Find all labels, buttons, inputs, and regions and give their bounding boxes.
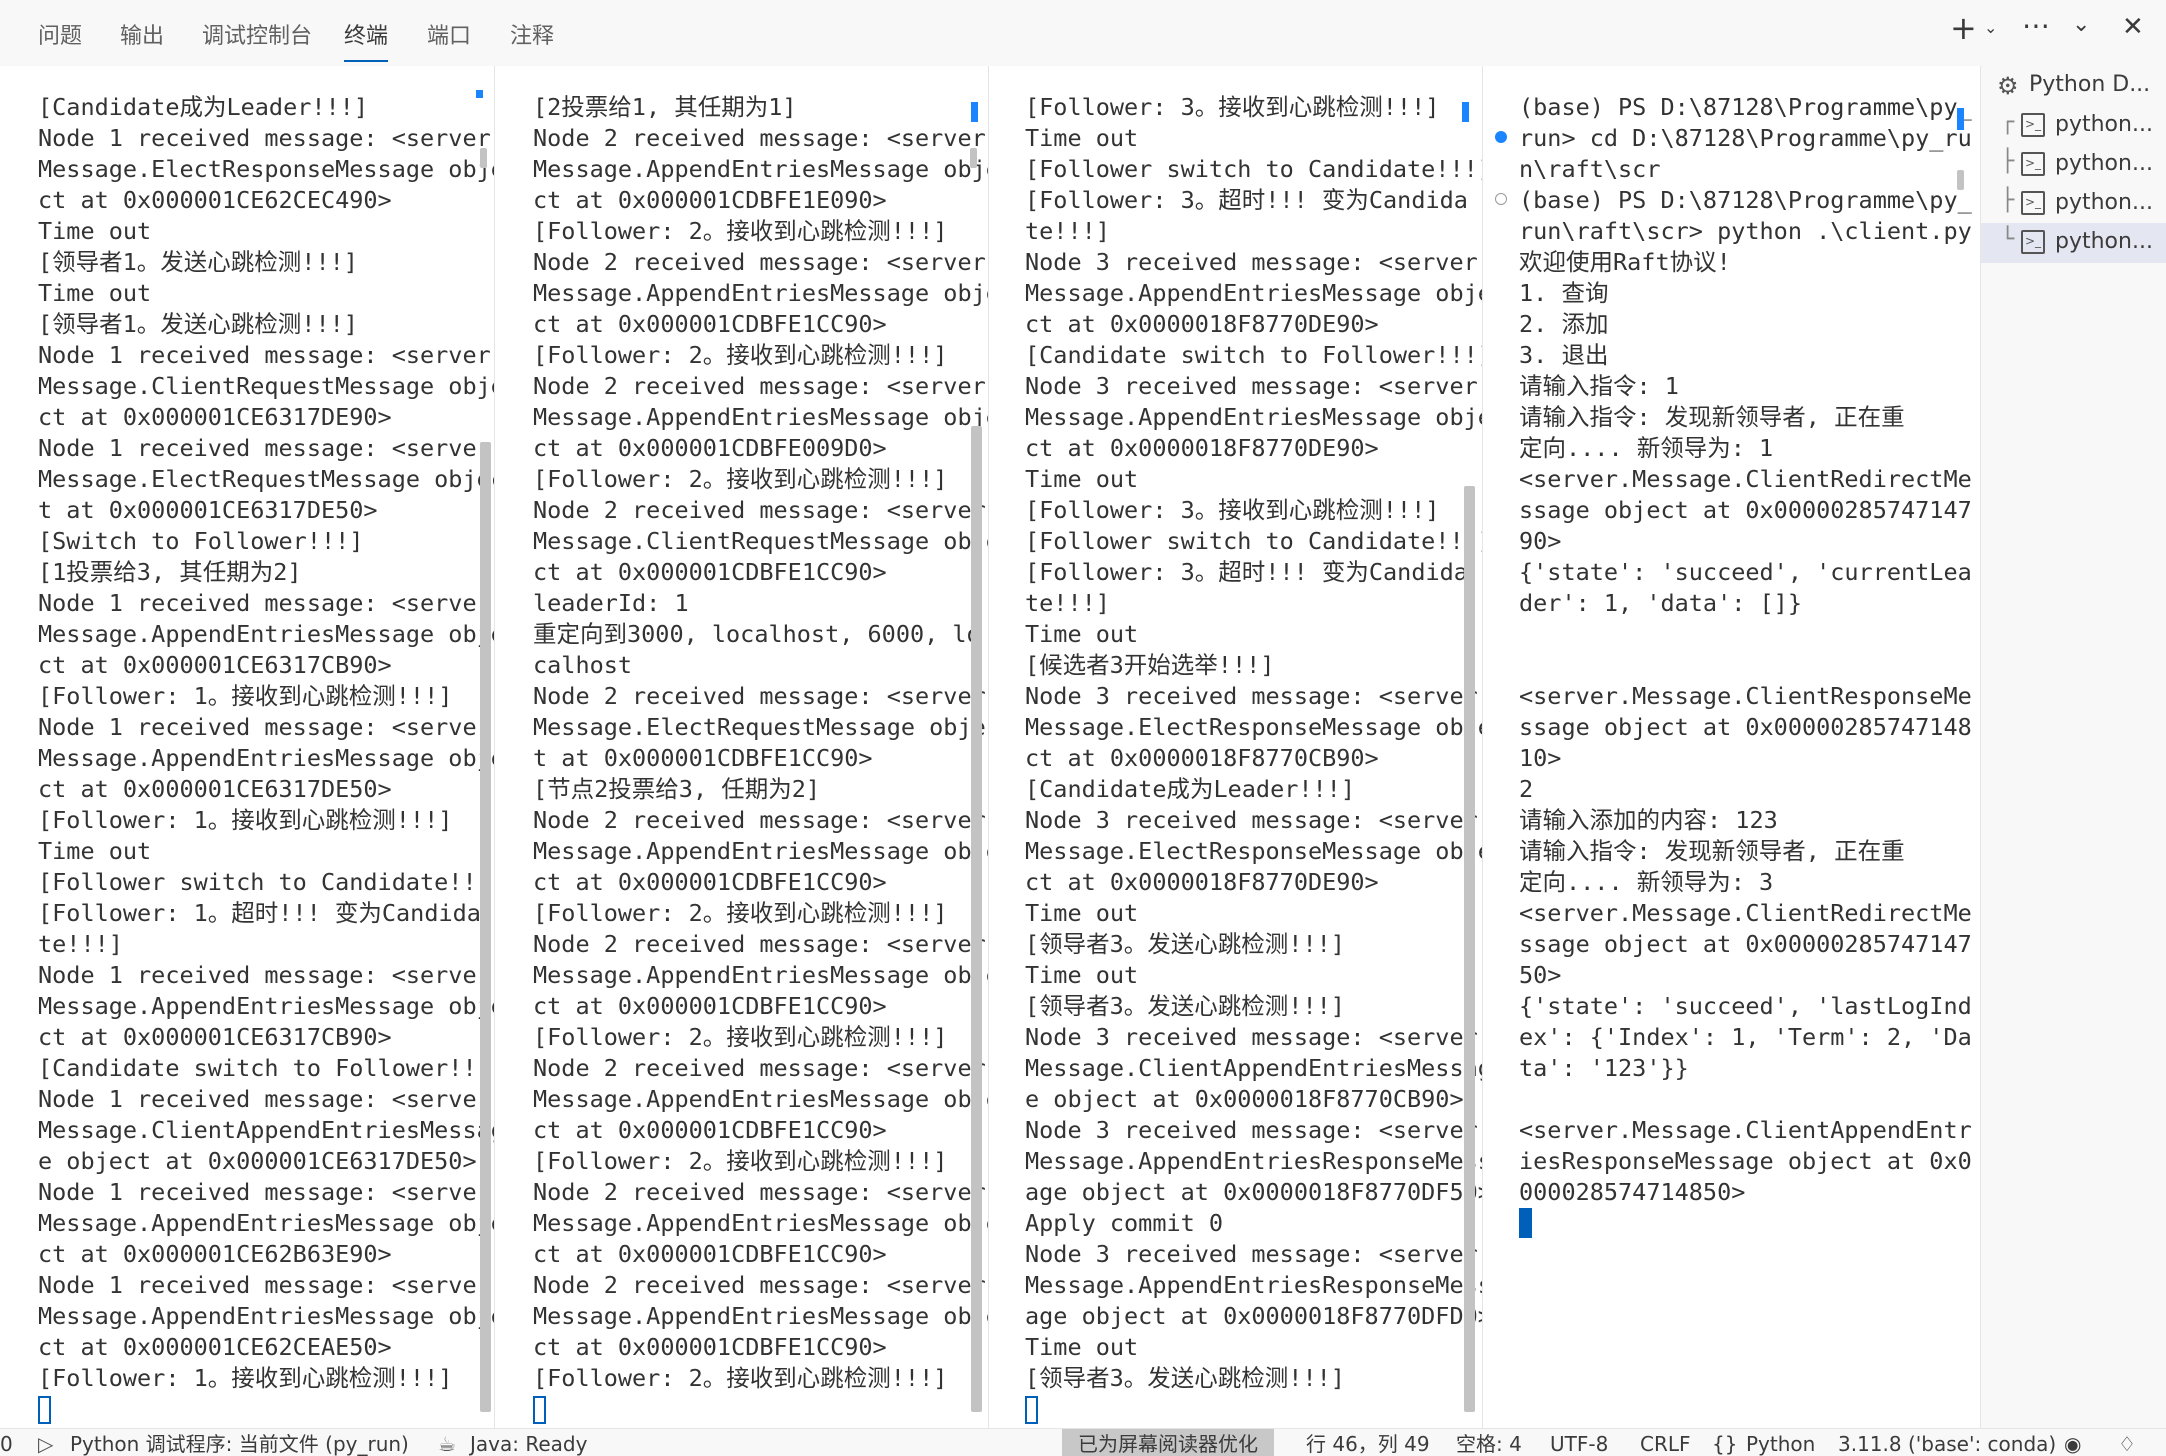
command-success-icon[interactable] [1495,131,1507,143]
terminal-item-label: python... [2055,112,2153,137]
terminal-pane-node3[interactable]: [Follower: 3。接收到心跳检测!!!] Time out [Follo… [989,66,1482,1428]
terminal-output: [Follower: 3。接收到心跳检测!!!] Time out [Follo… [1025,93,1482,1392]
terminal-output: [2投票给1, 其任期为1] Node 2 received message: … [533,93,988,1392]
overview-mark [1957,170,1964,190]
terminal-item-python-4[interactable]: └ >_ python... [1981,223,2166,263]
terminal-output: [Candidate成为Leader!!!] Node 1 received m… [38,93,494,1392]
overview-mark [970,148,977,168]
tab-debug-console[interactable]: 调试控制台 [202,18,312,50]
status-screen-reader[interactable]: 已为屏幕阅读器优化 [1062,1429,1274,1456]
terminal-item-label: python... [2055,229,2153,254]
braces-icon: {} [1712,1432,1738,1456]
chevron-down-icon[interactable]: ⌄ [1984,20,1997,36]
command-decoration-icon[interactable] [1495,193,1507,205]
panel-tab-bar: 问题 输出 调试控制台 终端 端口 注释 + ⌄ ⋯ ⌄ ✕ [0,0,2166,66]
status-problems-count[interactable]: 0 [0,1433,13,1455]
status-language[interactable]: Python [1746,1433,1815,1455]
coffee-icon: ☕ [438,1432,456,1456]
tab-ports[interactable]: 端口 [427,18,471,50]
status-eol[interactable]: CRLF [1640,1433,1691,1455]
scrollbar-thumb[interactable] [971,426,982,1412]
status-java[interactable]: Java: Ready [470,1433,587,1455]
terminal-item-python-3[interactable]: ├ >_ python... [1981,184,2166,224]
plus-icon[interactable]: + [1950,12,1977,44]
overview-mark [480,148,487,168]
overview-ruler-mark [971,102,978,122]
terminal-icon: >_ [2021,191,2045,215]
overview-ruler-mark [1462,102,1469,122]
tree-connector: ├ [2001,188,2015,213]
tab-output[interactable]: 输出 [120,18,164,50]
tab-comments[interactable]: 注释 [510,18,554,50]
terminal-cursor [533,1396,546,1424]
status-indentation[interactable]: 空格: 4 [1456,1433,1522,1455]
debug-run-icon: ▷ [38,1432,54,1456]
tree-connector: ├ [2001,149,2015,174]
tab-problems[interactable]: 问题 [38,18,82,50]
bell-icon[interactable]: ♢ [2118,1433,2136,1455]
scrollbar-thumb[interactable] [1464,486,1475,1412]
terminal-tabs-list: ⚙ Python D... ┌ >_ python... ├ >_ python… [1980,66,2166,1428]
status-cursor-position[interactable]: 行 46，列 49 [1306,1433,1430,1455]
terminal-item-python-debug[interactable]: ⚙ Python D... [1981,66,2166,106]
chevron-down-icon[interactable]: ⌄ [2072,14,2090,36]
tree-connector: ┌ [2001,110,2015,135]
terminal-item-label: Python D... [2029,72,2151,97]
terminal-item-python-1[interactable]: ┌ >_ python... [1981,106,2166,146]
terminal-pane-node2[interactable]: [2投票给1, 其任期为1] Node 2 received message: … [495,66,988,1428]
copilot-icon[interactable]: ◉ [2064,1433,2081,1455]
tree-connector: └ [2001,227,2015,252]
close-icon[interactable]: ✕ [2122,14,2144,40]
terminal-cursor [38,1396,51,1424]
terminal-pane-client[interactable]: (base) PS D:\87128\Programme\py_ run> cd… [1483,66,1980,1428]
terminal-icon: >_ [2021,113,2045,137]
terminal-cursor [1519,1208,1532,1238]
terminal-cursor [1025,1396,1038,1424]
status-bar: 0 ▷ Python 调试程序: 当前文件 (py_run) ☕ Java: R… [0,1428,2166,1456]
terminal-icon: >_ [2021,152,2045,176]
status-encoding[interactable]: UTF-8 [1550,1433,1608,1455]
vscode-panel: 问题 输出 调试控制台 终端 端口 注释 + ⌄ ⋯ ⌄ ✕ [Candidat… [0,0,2166,1456]
terminal-item-python-2[interactable]: ├ >_ python... [1981,145,2166,185]
overview-ruler-mark [1957,108,1964,130]
tab-terminal[interactable]: 终端 [344,18,389,62]
status-debug-config[interactable]: Python 调试程序: 当前文件 (py_run) [70,1433,409,1455]
terminal-item-label: python... [2055,190,2153,215]
terminal-output: (base) PS D:\87128\Programme\py_ run> cd… [1519,93,1972,1206]
ellipsis-icon[interactable]: ⋯ [2022,12,2050,40]
debug-icon: ⚙ [1997,72,2019,100]
terminal-item-label: python... [2055,151,2153,176]
scrollbar-thumb[interactable] [480,442,491,1412]
terminal-pane-node1[interactable]: [Candidate成为Leader!!!] Node 1 received m… [0,66,494,1428]
overview-ruler-mark [476,90,483,98]
terminal-icon: >_ [2021,230,2045,254]
status-interpreter[interactable]: 3.11.8 ('base': conda) [1838,1433,2056,1455]
